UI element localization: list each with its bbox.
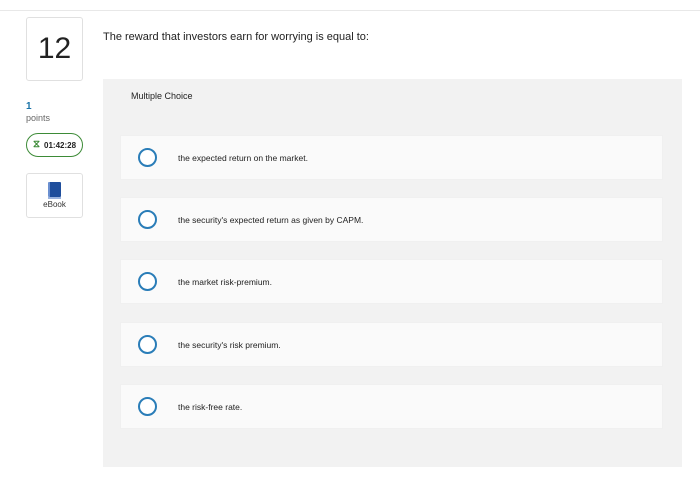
choices-panel: Multiple Choice the expected return on t… [103, 79, 682, 467]
choice-option-2[interactable]: the security's expected return as given … [120, 197, 663, 242]
choice-option-3[interactable]: the market risk-premium. [120, 259, 663, 304]
choice-option-1[interactable]: the expected return on the market. [120, 135, 663, 180]
timer-badge: ⧖ 01:42:28 [26, 133, 83, 157]
choice-label: the security's expected return as given … [178, 214, 364, 225]
hourglass-icon: ⧖ [32, 139, 40, 150]
choice-label: the security's risk premium. [178, 339, 281, 350]
choice-label: the risk-free rate. [178, 401, 243, 412]
multiple-choice-label: Multiple Choice [131, 91, 193, 101]
radio-button-icon[interactable] [138, 335, 157, 354]
book-icon [48, 182, 61, 199]
choice-label: the expected return on the market. [178, 152, 308, 163]
radio-button-icon[interactable] [138, 210, 157, 229]
choice-option-4[interactable]: the security's risk premium. [120, 322, 663, 367]
radio-button-icon[interactable] [138, 148, 157, 167]
timer-text: 01:42:28 [44, 140, 77, 150]
radio-button-icon[interactable] [138, 272, 157, 291]
radio-button-icon[interactable] [138, 397, 157, 416]
points-value: 1 [26, 101, 32, 112]
ebook-label: eBook [43, 200, 66, 209]
points-label: points [26, 113, 51, 123]
choice-label: the market risk-premium. [178, 276, 272, 287]
choice-option-5[interactable]: the risk-free rate. [120, 384, 663, 429]
question-number: 12 [26, 17, 83, 81]
question-prompt: The reward that investors earn for worry… [103, 31, 369, 43]
top-divider [0, 10, 700, 11]
ebook-button[interactable]: eBook [26, 173, 83, 218]
